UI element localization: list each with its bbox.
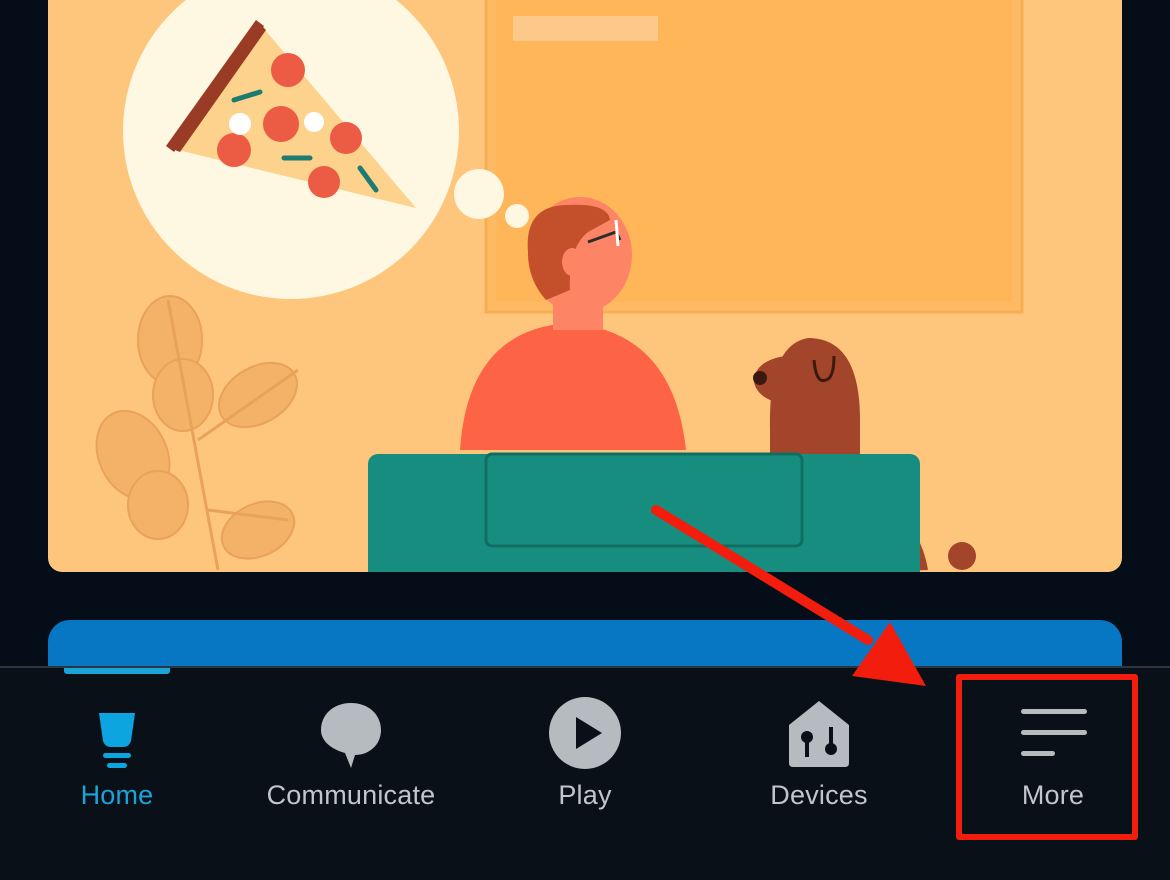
speech-bubble-icon <box>306 688 396 778</box>
tab-devices-label: Devices <box>770 780 868 810</box>
annotation-highlight-box <box>956 674 1138 840</box>
tab-communicate[interactable]: Communicate <box>234 668 468 880</box>
home-icon <box>72 688 162 778</box>
tab-home[interactable]: Home <box>0 668 234 880</box>
tab-play[interactable]: Play <box>468 668 702 880</box>
play-icon <box>540 688 630 778</box>
tab-devices[interactable]: Devices <box>702 668 936 880</box>
tab-home-label: Home <box>80 780 154 810</box>
illustration-card <box>48 0 1122 572</box>
person-and-dog-illustration <box>48 0 1122 572</box>
tab-communicate-label: Communicate <box>266 780 436 810</box>
tab-play-label: Play <box>558 780 612 810</box>
devices-house-icon <box>774 688 864 778</box>
